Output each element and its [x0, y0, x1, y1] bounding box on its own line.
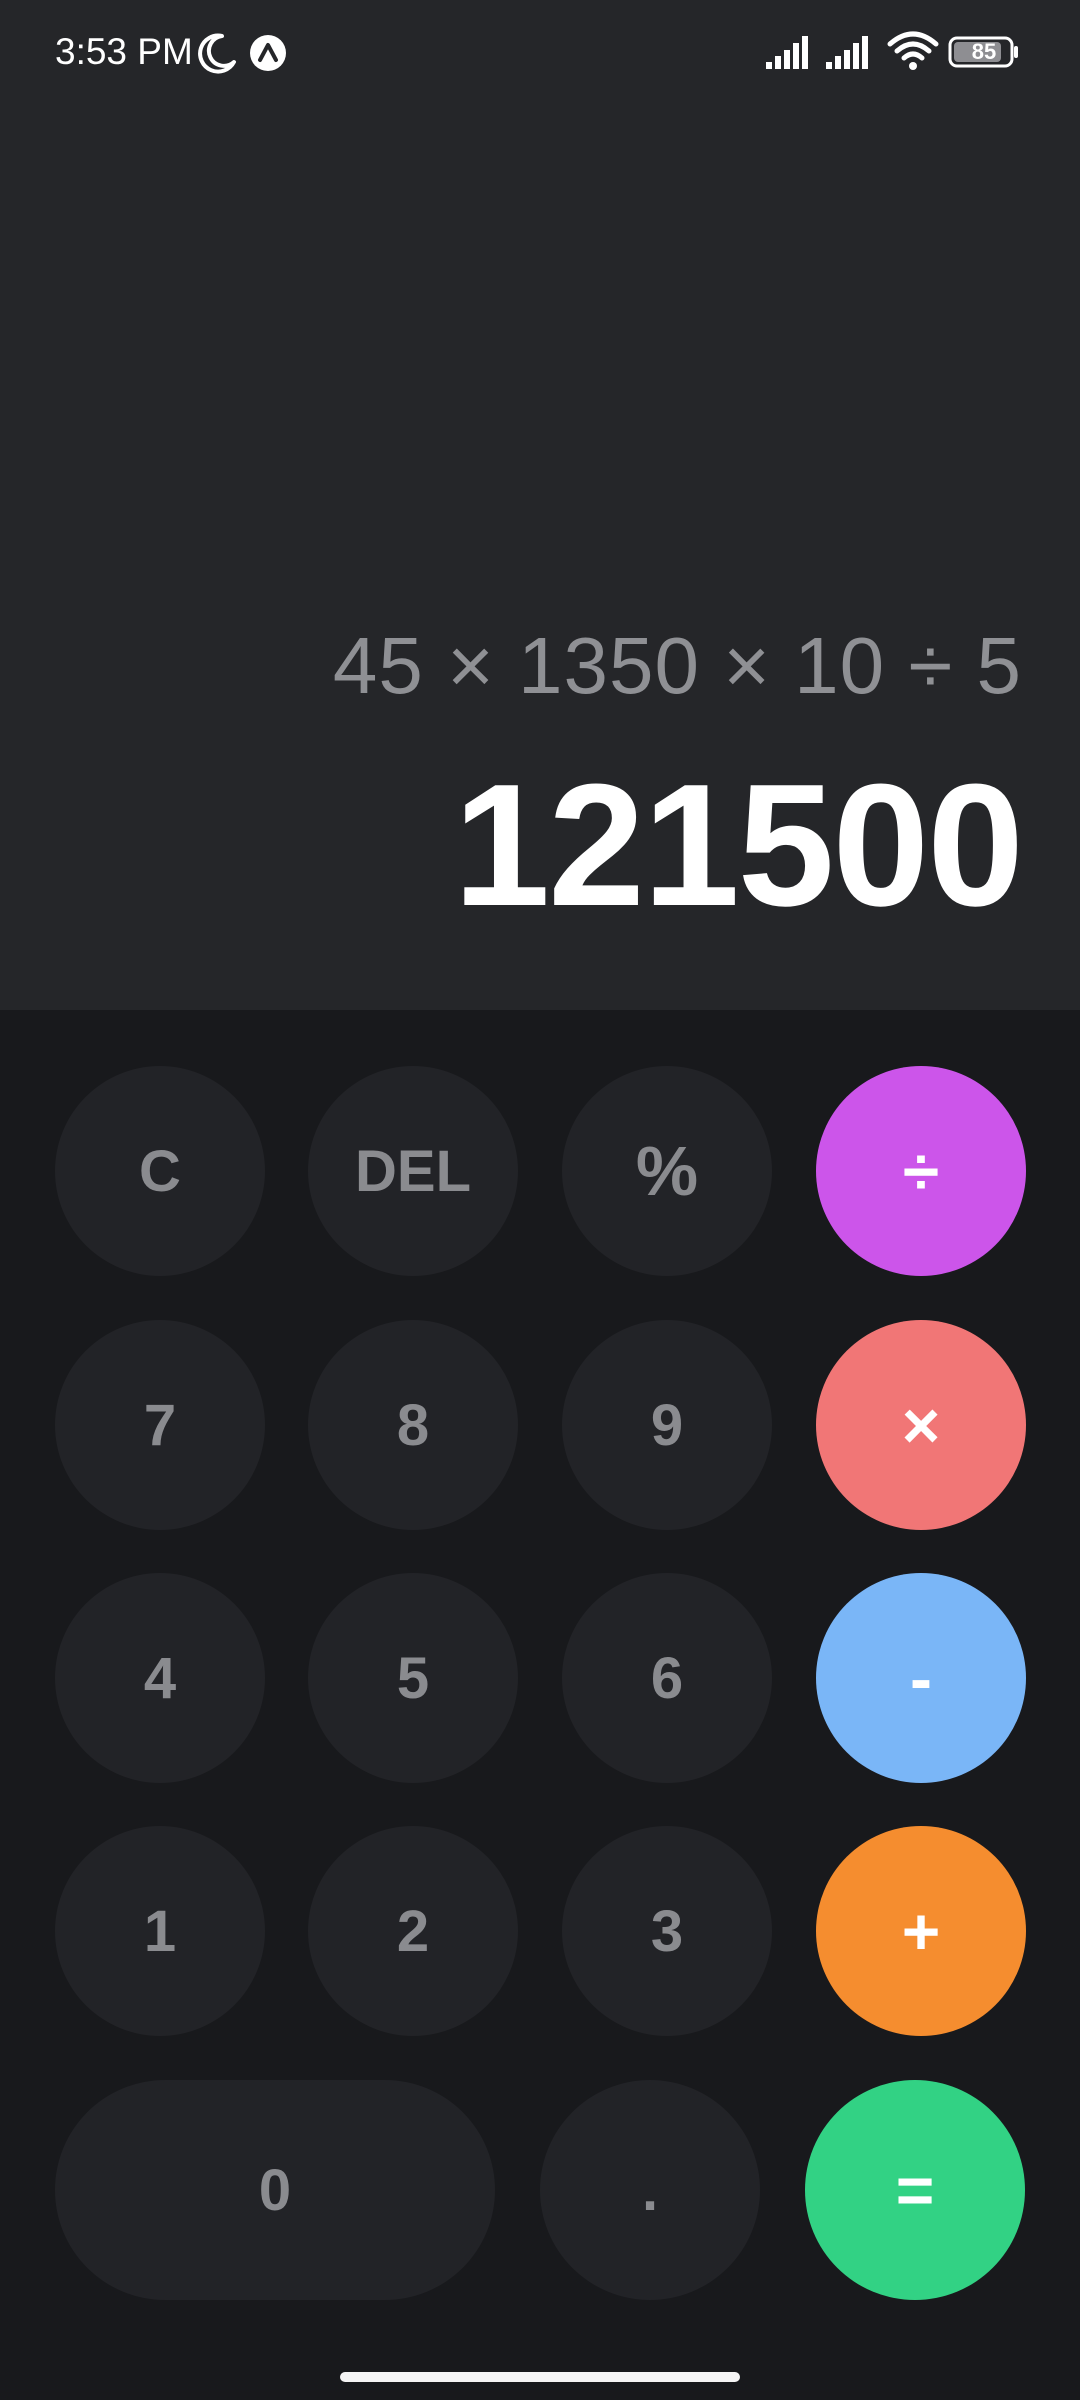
digit-7-button[interactable]: 7	[55, 1320, 265, 1530]
result-display: 121500	[453, 747, 1024, 942]
equals-button[interactable]: =	[805, 2080, 1025, 2300]
digit-1-button[interactable]: 1	[55, 1826, 265, 2036]
status-time: 3:53 PM	[55, 31, 193, 72]
status-bar: 3:53 PM 85	[0, 0, 1080, 104]
digit-8-button[interactable]: 8	[308, 1320, 518, 1530]
subtract-button[interactable]: -	[816, 1573, 1026, 1783]
digit-4-button[interactable]: 4	[55, 1573, 265, 1783]
multiply-button[interactable]: ×	[816, 1320, 1026, 1530]
digit-6-button[interactable]: 6	[562, 1573, 772, 1783]
digit-3-button[interactable]: 3	[562, 1826, 772, 2036]
add-button[interactable]: +	[816, 1826, 1026, 2036]
expression-display: 45 × 1350 × 10 ÷ 5	[332, 621, 1022, 710]
delete-button[interactable]: DEL	[308, 1066, 518, 1276]
percent-button[interactable]: %	[562, 1066, 772, 1276]
app-badge-icon	[250, 35, 286, 71]
digit-2-button[interactable]: 2	[308, 1826, 518, 2036]
signal-icon	[826, 36, 868, 69]
wifi-icon	[887, 31, 939, 70]
home-indicator[interactable]	[340, 2372, 740, 2382]
clear-button[interactable]: C	[55, 1066, 265, 1276]
digit-5-button[interactable]: 5	[308, 1573, 518, 1783]
digit-0-button[interactable]: 0	[55, 2080, 495, 2300]
battery-level: 85	[971, 39, 997, 64]
digit-9-button[interactable]: 9	[562, 1320, 772, 1530]
divide-button[interactable]: ÷	[816, 1066, 1026, 1276]
decimal-button[interactable]: .	[540, 2080, 760, 2300]
moon-icon	[198, 33, 236, 74]
signal-icon	[766, 36, 808, 69]
